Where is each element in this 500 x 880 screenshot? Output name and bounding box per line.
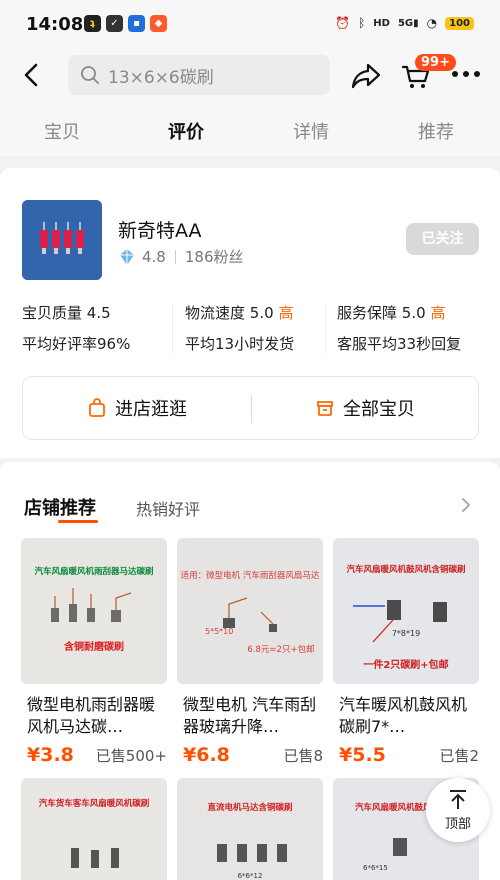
arrow-up-icon xyxy=(450,789,466,809)
app-notification-icon: ◆ xyxy=(150,15,167,32)
divider xyxy=(174,249,176,264)
product-card[interactable]: 汽车风扇暖风机雨刮器马达碳刷 含铜耐磨碳刷 微型电机雨刮器暖风机马达碳… ¥3.… xyxy=(21,538,167,766)
product-sold-count: 已售500+ xyxy=(95,747,167,765)
app-notification-icon: ʇ xyxy=(84,15,101,32)
shop-metrics: 宝贝质量 4.5 平均好评率96% 物流速度 5.0 高 平均13小时发货 服务… xyxy=(22,302,482,358)
shop-rating: 4.8 xyxy=(142,247,166,266)
status-bar: 14:08 ʇ ✓ ▪ ◆ ⏰ ᛒ HD 5G▮ ◔ 100 xyxy=(0,0,500,50)
enter-shop-button[interactable]: 进店逛逛 xyxy=(23,377,251,439)
svg-text:适用：微型电机 汽车雨刮器风扇马达: 适用：微型电机 汽车雨刮器风扇马达 xyxy=(181,570,320,581)
product-card[interactable]: 适用：微型电机 汽车雨刮器风扇马达 5*5*10 6.8元=2只+包邮 微型电机… xyxy=(177,538,323,766)
all-items-button[interactable]: 全部宝贝 xyxy=(251,377,479,439)
svg-text:一件2只碳刷+包邮: 一件2只碳刷+包邮 xyxy=(363,658,448,671)
product-image[interactable]: 汽车风扇暖风机鼓风机含铜碳刷 7*8*19 一件2只碳刷+包邮 xyxy=(333,538,479,684)
bluetooth-icon: ᛒ xyxy=(358,16,366,30)
product-card[interactable]: 汽车货车客车风扇暖风机碳刷 xyxy=(21,778,167,880)
product-image[interactable]: 适用：微型电机 汽车雨刮器风扇马达 5*5*10 6.8元=2只+包邮 xyxy=(177,538,323,684)
shop-card: 新奇特AA 4.8 186粉丝 已关注 宝贝质量 4.5 平均好评率96% 物流… xyxy=(0,168,500,458)
app-notification-icon: ▪ xyxy=(128,15,145,32)
chevron-right-icon[interactable] xyxy=(458,496,474,514)
product-card[interactable]: 汽车风扇暖风机鼓风机含铜碳刷 7*8*19 一件2只碳刷+包邮 汽车暖风机鼓风机… xyxy=(333,538,479,766)
product-price: ¥6.8 xyxy=(183,744,230,766)
svg-text:6*6*15: 6*6*15 xyxy=(363,864,388,872)
hd-icon: HD xyxy=(373,17,390,29)
product-title[interactable]: 微型电机雨刮器暖风机马达碳… xyxy=(21,694,167,738)
search-placeholder: 13×6×6碳刷 xyxy=(108,67,214,88)
tab-hot-reviews[interactable]: 热销好评 xyxy=(136,496,200,520)
status-app-icons: ʇ ✓ ▪ ◆ xyxy=(84,15,167,32)
active-tab-indicator xyxy=(58,520,98,523)
shop-meta: 4.8 186粉丝 xyxy=(118,246,244,267)
store-icon xyxy=(317,401,333,416)
svg-text:汽车货车客车风扇暖风机碳刷: 汽车货车客车风扇暖风机碳刷 xyxy=(39,798,150,809)
shopping-bag-icon xyxy=(89,398,105,417)
follow-button[interactable]: 已关注 xyxy=(406,223,479,255)
product-sold-count: 已售8 xyxy=(283,747,323,765)
cart-badge: 99+ xyxy=(415,54,456,71)
shop-logo[interactable] xyxy=(22,200,102,280)
back-to-top-label: 顶部 xyxy=(444,816,471,832)
more-options-icon[interactable] xyxy=(452,71,486,81)
battery-icon: 100 xyxy=(445,16,474,30)
tab-recommend[interactable]: 推荐 xyxy=(418,118,454,144)
alarm-icon: ⏰ xyxy=(335,16,351,30)
back-to-top-button[interactable]: 顶部 xyxy=(426,778,490,842)
shop-actions: 进店逛逛 全部宝贝 xyxy=(22,376,479,440)
diamond-badge-icon xyxy=(120,248,134,265)
share-icon[interactable] xyxy=(350,62,382,90)
product-image[interactable]: 汽车风扇暖风机雨刮器马达碳刷 含铜耐磨碳刷 xyxy=(21,538,167,684)
search-input[interactable]: 13×6×6碳刷 xyxy=(68,55,330,95)
svg-text:汽车风扇暖风机雨刮器马达碳刷: 汽车风扇暖风机雨刮器马达碳刷 xyxy=(34,566,153,577)
svg-text:直流电机马达含铜碳刷: 直流电机马达含铜碳刷 xyxy=(207,802,292,813)
tab-shop-recommend[interactable]: 店铺推荐 xyxy=(24,494,96,520)
tab-reviews[interactable]: 评价 xyxy=(168,118,204,144)
product-title[interactable]: 汽车暖风机鼓风机碳刷7*… xyxy=(333,694,479,738)
shop-recommend-section: 店铺推荐 热销好评 汽车风扇暖风机雨刮器马达碳刷 含铜耐磨碳刷 微型电机雨刮器暖… xyxy=(0,462,500,880)
svg-text:6.8元=2只+包邮: 6.8元=2只+包邮 xyxy=(247,644,315,655)
metric-quality: 宝贝质量 4.5 平均好评率96% xyxy=(22,304,131,353)
back-icon[interactable] xyxy=(20,62,44,88)
wifi-icon: ◔ xyxy=(426,16,438,30)
svg-text:含铜耐磨碳刷: 含铜耐磨碳刷 xyxy=(64,640,124,653)
product-price: ¥3.8 xyxy=(27,744,74,766)
product-image[interactable]: 汽车货车客车风扇暖风机碳刷 xyxy=(21,778,167,880)
top-nav-bar: 13×6×6碳刷 99+ xyxy=(0,50,500,102)
tab-items[interactable]: 宝贝 xyxy=(44,118,80,144)
product-image[interactable]: 直流电机马达含铜碳刷 6*6*12 xyxy=(177,778,323,880)
shop-name[interactable]: 新奇特AA xyxy=(118,216,202,243)
tab-details[interactable]: 详情 xyxy=(293,118,329,144)
signal-icon: 5G▮ xyxy=(397,17,419,29)
detail-tabs: 宝贝 评价 详情 推荐 xyxy=(0,102,500,158)
svg-text:汽车风扇暖风机鼓风机含铜碳刷: 汽车风扇暖风机鼓风机含铜碳刷 xyxy=(346,564,465,575)
check-notification-icon: ✓ xyxy=(106,15,123,32)
metric-service: 服务保障 5.0 高 客服平均33秒回复 xyxy=(337,304,462,353)
status-time: 14:08 xyxy=(26,14,84,35)
svg-text:5*5*10: 5*5*10 xyxy=(205,627,233,636)
search-icon xyxy=(81,66,99,84)
svg-text:7*8*19: 7*8*19 xyxy=(392,629,420,638)
svg-text:6*6*12: 6*6*12 xyxy=(238,872,263,880)
shop-fans: 186粉丝 xyxy=(184,248,244,266)
product-title[interactable]: 微型电机 汽车雨刮器玻璃升降… xyxy=(177,694,323,738)
metric-logistics: 物流速度 5.0 高 平均13小时发货 xyxy=(185,304,295,353)
status-indicators: ⏰ ᛒ HD 5G▮ ◔ 100 xyxy=(335,16,474,30)
product-card[interactable]: 直流电机马达含铜碳刷 6*6*12 xyxy=(177,778,323,880)
product-price: ¥5.5 xyxy=(339,744,386,766)
product-sold-count: 已售2 xyxy=(439,747,479,765)
